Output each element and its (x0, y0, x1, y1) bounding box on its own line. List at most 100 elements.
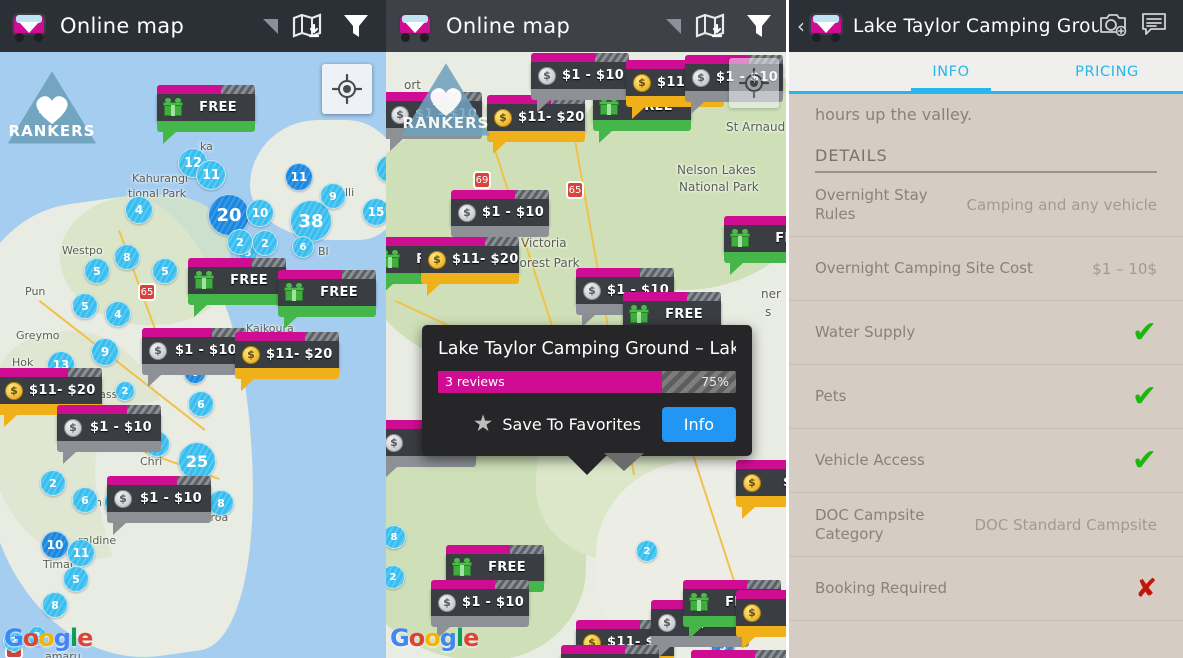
panel-campsite-details: INFO PRICING hours up the valley. DETAIL… (789, 0, 1183, 658)
map-download-icon[interactable] (292, 13, 322, 39)
map-cluster-marker[interactable]: 9 (320, 183, 346, 209)
message-list-icon[interactable] (1141, 12, 1167, 40)
map-cluster-marker[interactable]: 9 (91, 338, 119, 366)
map-cluster-marker[interactable]: 11 (196, 160, 226, 190)
resize-handle-icon[interactable] (666, 18, 681, 34)
map-marker-gold[interactable]: $$11 (736, 460, 789, 519)
nz-rankers-logo: NZ RANKERS (6, 68, 98, 150)
tab-info[interactable]: INFO (871, 52, 1031, 94)
info-button[interactable]: Info (661, 407, 736, 442)
map-place-label: Chri (140, 455, 163, 468)
logo-rankers-text: RANKERS (8, 122, 96, 140)
detail-row: DOC Campsite Category DOC Standard Campsi… (789, 493, 1183, 557)
marker-body: DUMP STATION (561, 654, 659, 658)
nz-rankers-logo-mid: NZ RANKERS (400, 60, 492, 142)
map-cluster-marker[interactable]: 6 (188, 391, 214, 417)
map-cluster-marker[interactable]: 2 (40, 470, 66, 496)
map-cluster-marker[interactable]: 5 (152, 258, 178, 284)
map-marker-silver[interactable]: $ $1 - $10 (451, 190, 549, 249)
map-cluster-marker[interactable]: 5 (72, 293, 98, 319)
map-marker-silver[interactable]: $ $1 - $10 (531, 53, 629, 112)
map-place-label: Victoria (521, 236, 567, 250)
camera-add-icon[interactable] (1099, 12, 1127, 40)
map-marker-free[interactable]: FREE (188, 258, 286, 317)
map-cluster-marker[interactable]: 8 (114, 244, 140, 270)
marker-foot (57, 441, 161, 464)
map-cluster-marker[interactable]: 2 (227, 229, 253, 255)
marker-top-bar (235, 332, 339, 341)
marker-foot (235, 368, 339, 391)
marker-label: $11- $20 (452, 252, 519, 267)
map-cluster-marker[interactable]: 2 (252, 230, 278, 256)
marker-body: $$1 (736, 599, 789, 626)
marker-top-bar (531, 53, 629, 62)
coin-gold-icon: $ (242, 345, 260, 364)
marker-label: $1 - $10 (562, 68, 625, 83)
map-canvas-left[interactable]: Kahurangitional ParkWellikaWestpoPunGrey… (0, 0, 386, 658)
map-cluster-marker[interactable]: 4 (125, 196, 153, 224)
marker-label: FREE (320, 285, 358, 300)
map-marker-silver[interactable]: $ $1 - $10 (142, 328, 246, 387)
coin-silver-icon: $ (64, 418, 82, 437)
map-marker-silver[interactable]: $ $1 - $10 (57, 405, 161, 464)
map-download-icon[interactable] (695, 13, 725, 39)
map-cluster-marker[interactable]: 6 (292, 236, 314, 258)
map-cluster-marker[interactable]: 8 (42, 592, 68, 618)
map-cluster-marker[interactable]: 8 (208, 490, 234, 516)
marker-top-bar (446, 545, 544, 554)
gift-icon (452, 557, 472, 576)
locate-me-button[interactable] (322, 64, 372, 114)
funnel-filter-icon[interactable] (342, 12, 370, 40)
marker-body: $ $1 - $10 (431, 589, 529, 616)
map-marker-gold[interactable]: $$1 (736, 590, 789, 649)
marker-top-bar (683, 580, 781, 589)
map-marker-gold[interactable]: $ $11- $20 (235, 332, 339, 391)
logo-nz-text: NZ (432, 90, 460, 110)
map-cluster-marker[interactable]: 11 (67, 539, 95, 567)
map-cluster-marker[interactable]: 25 (178, 442, 216, 480)
map-marker-free[interactable]: FR (724, 216, 789, 275)
map-marker-dump[interactable]: DUMP (691, 650, 789, 658)
locate-me-button-mid[interactable] (729, 58, 779, 108)
map-cluster-marker[interactable]: 10 (246, 199, 274, 227)
map-cluster-marker[interactable]: 5 (63, 566, 89, 592)
map-cluster-marker[interactable]: 5 (84, 258, 110, 284)
map-cluster-marker[interactable]: 2 (636, 540, 658, 562)
map-place-label: Pun (25, 285, 46, 298)
tab-previous[interactable] (789, 52, 871, 91)
marker-label: FR (775, 231, 789, 246)
map-cluster-marker[interactable]: 15 (362, 198, 386, 226)
tab-pricing[interactable]: PRICING (1031, 52, 1183, 91)
detail-content[interactable]: hours up the valley. DETAILS Overnight S… (789, 97, 1183, 658)
appbar-mid: Online map (386, 0, 789, 52)
panel-online-map: Kahurangitional ParkWellikaWestpoPunGrey… (0, 0, 386, 658)
map-marker-silver[interactable]: $ $1 - $10 (107, 476, 211, 535)
back-chevron-icon[interactable]: ‹ (797, 14, 805, 38)
funnel-filter-icon[interactable] (745, 12, 773, 40)
map-cluster-marker[interactable]: 6 (72, 487, 98, 513)
resize-handle-icon[interactable] (263, 18, 278, 34)
save-to-favorites-button[interactable]: ★ Save To Favorites (438, 413, 662, 436)
map-marker-dump[interactable]: DUMP STATION (561, 645, 659, 658)
map-marker-gold[interactable]: $ $11- $20 (421, 237, 519, 296)
map-cluster-marker[interactable]: 2 (115, 381, 135, 401)
poi-popup-card[interactable]: Lake Taylor Camping Ground – Lak... 3 re… (422, 325, 752, 475)
map-cluster-marker[interactable]: 11 (285, 163, 313, 191)
marker-top-bar (157, 85, 255, 94)
map-marker-free[interactable]: FREE (157, 85, 255, 144)
detail-row-key: Booking Required (815, 579, 948, 598)
detail-row-value: $1 – 10$ (1092, 259, 1157, 278)
map-cluster-marker[interactable]: 4 (105, 301, 131, 327)
map-marker-silver[interactable]: $ $1 - $10 (431, 580, 529, 639)
popup-tail-shadow (603, 453, 644, 471)
check-yes-icon: ✔ (1131, 442, 1157, 478)
marker-top-bar (431, 580, 529, 589)
map-marker-free[interactable]: FREE (278, 270, 376, 329)
marker-top-bar (736, 460, 789, 469)
google-attribution-mid: Google (390, 624, 479, 652)
map-place-label: Westpo (62, 244, 103, 257)
marker-label: $1 - $10 (89, 420, 153, 435)
map-cluster-marker[interactable]: 10 (41, 531, 69, 559)
map-marker-gold[interactable]: $ $11- $20 (487, 95, 585, 154)
rating-bar: 3 reviews 75% (438, 371, 736, 393)
